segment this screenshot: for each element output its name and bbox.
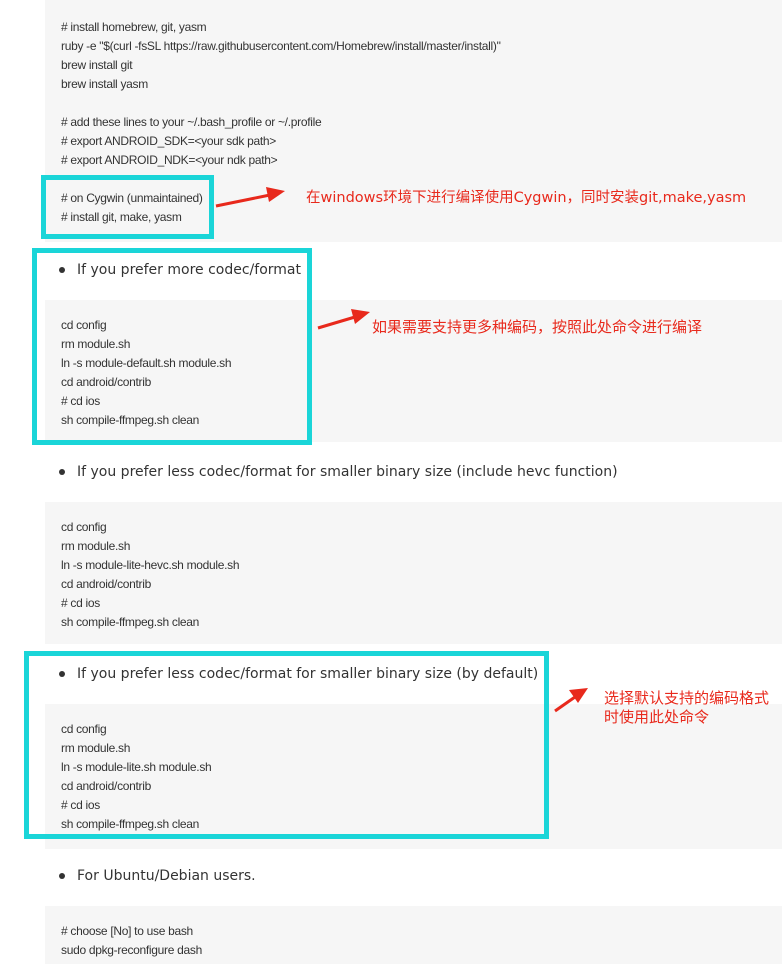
arrow-icon bbox=[215, 187, 588, 713]
annotation-more-codec: 如果需要支持更多种编码，按照此处命令进行编译 bbox=[372, 318, 703, 336]
annotation-default-line2: 时使用此处命令 bbox=[604, 708, 710, 726]
annotation-default-line1: 选择默认支持的编码格式 bbox=[604, 689, 770, 707]
annotation-cygwin: 在windows环境下进行编译使用Cygwin，同时安装git,make,yas… bbox=[306, 190, 747, 206]
